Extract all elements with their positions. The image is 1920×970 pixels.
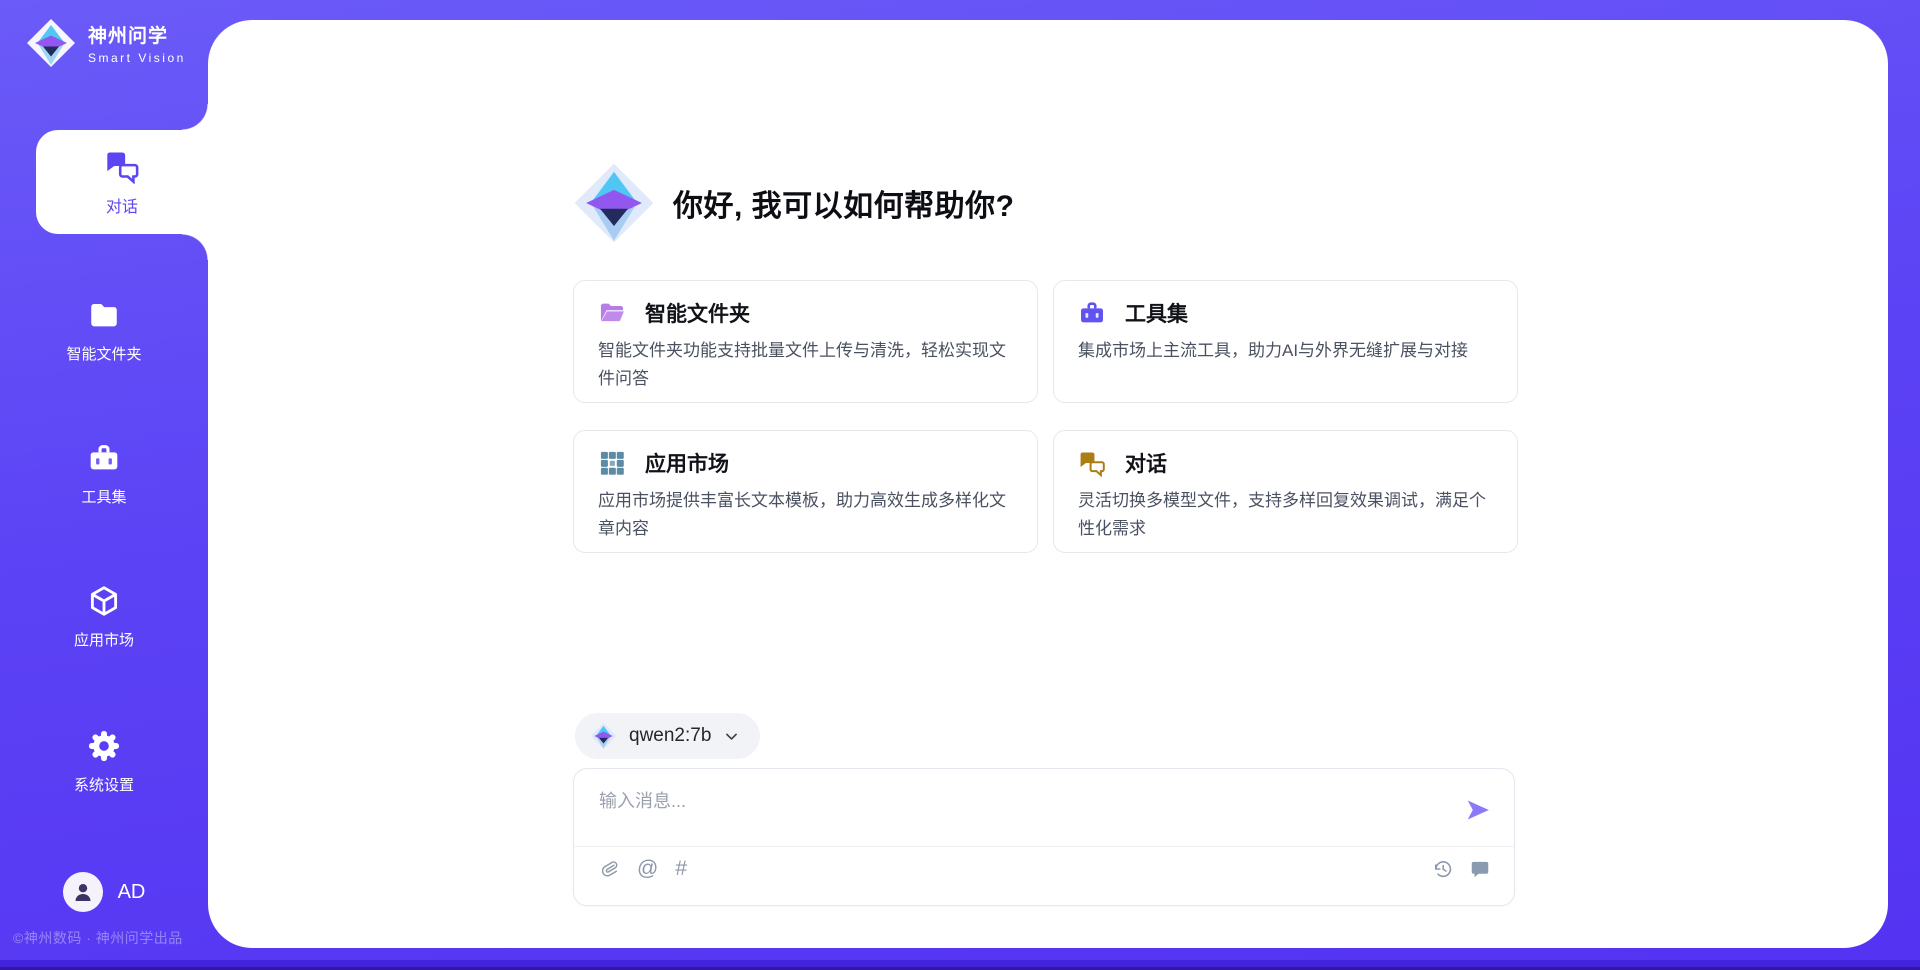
history-icon[interactable] [1432,858,1454,880]
card-chat[interactable]: 对话 灵活切换多模型文件，支持多样回复效果调试，满足个性化需求 [1053,430,1518,553]
feature-cards: 智能文件夹 智能文件夹功能支持批量文件上传与清洗，轻松实现文件问答 工具集 集成… [573,280,1518,553]
bottom-edge [0,960,1920,967]
composer-divider [574,846,1514,847]
sidebar-item-toolbox[interactable]: 工具集 [0,441,208,507]
sidebar-item-label: 工具集 [81,486,126,507]
folder-open-icon [598,299,626,327]
assistant-logo-icon [573,160,655,246]
card-description: 集成市场上主流工具，助力AI与外界无缝扩展与对接 [1078,337,1493,365]
sidebar-item-settings[interactable]: 系统设置 [0,729,208,795]
model-logo-icon [590,722,617,750]
sidebar-item-chat[interactable]: 对话 [36,130,208,234]
chat-icon [104,148,140,184]
gear-icon [87,729,121,763]
card-app-market[interactable]: 应用市场 应用市场提供丰富长文本模板，助力高效生成多样化文章内容 [573,430,1038,553]
composer: @ # [573,768,1515,906]
card-title: 工具集 [1125,298,1188,328]
user-name: AD [118,881,146,904]
sidebar-item-smart-folder[interactable]: 智能文件夹 [0,298,208,364]
user-menu[interactable]: AD [0,872,208,912]
card-title: 应用市场 [645,448,729,478]
send-icon[interactable] [1465,797,1491,823]
hashtag-icon[interactable]: # [675,858,687,880]
chat-icon [1078,449,1106,477]
brand-name: 神州问学 [88,21,186,48]
sidebar-item-label: 应用市场 [74,629,134,650]
card-toolbox[interactable]: 工具集 集成市场上主流工具，助力AI与外界无缝扩展与对接 [1053,280,1518,403]
model-name: qwen2:7b [629,725,711,747]
user-icon [71,880,95,904]
sidebar-item-label: 对话 [106,193,138,217]
copyright: ©神州数码 · 神州问学出品 [13,928,183,948]
chevron-down-icon [723,728,740,745]
card-title: 智能文件夹 [645,298,750,328]
grid-icon [598,449,626,477]
cube-icon [87,584,121,618]
brand-subtitle: Smart Vision [88,51,186,65]
message-input[interactable] [599,784,1419,818]
sidebar-item-label: 系统设置 [74,774,134,795]
folder-icon [87,298,121,332]
card-description: 应用市场提供丰富长文本模板，助力高效生成多样化文章内容 [598,487,1013,543]
card-smart-folder[interactable]: 智能文件夹 智能文件夹功能支持批量文件上传与清洗，轻松实现文件问答 [573,280,1038,403]
model-selector[interactable]: qwen2:7b [575,713,760,759]
sidebar-item-label: 智能文件夹 [66,343,141,364]
greeting: 你好, 我可以如何帮助你? [573,160,1015,246]
brand: 神州问学 Smart Vision [26,18,186,68]
card-description: 灵活切换多模型文件，支持多样回复效果调试，满足个性化需求 [1078,487,1493,543]
message-icon[interactable] [1469,858,1491,880]
avatar [63,872,103,912]
card-title: 对话 [1125,448,1167,478]
mention-icon[interactable]: @ [637,858,658,880]
greeting-title: 你好, 我可以如何帮助你? [673,181,1015,225]
brand-logo-icon [26,18,76,68]
toolbox-icon [87,441,121,475]
card-description: 智能文件夹功能支持批量文件上传与清洗，轻松实现文件问答 [598,337,1013,393]
attachment-icon[interactable] [598,858,620,880]
toolbox-icon [1078,299,1106,327]
sidebar-item-app-market[interactable]: 应用市场 [0,584,208,650]
